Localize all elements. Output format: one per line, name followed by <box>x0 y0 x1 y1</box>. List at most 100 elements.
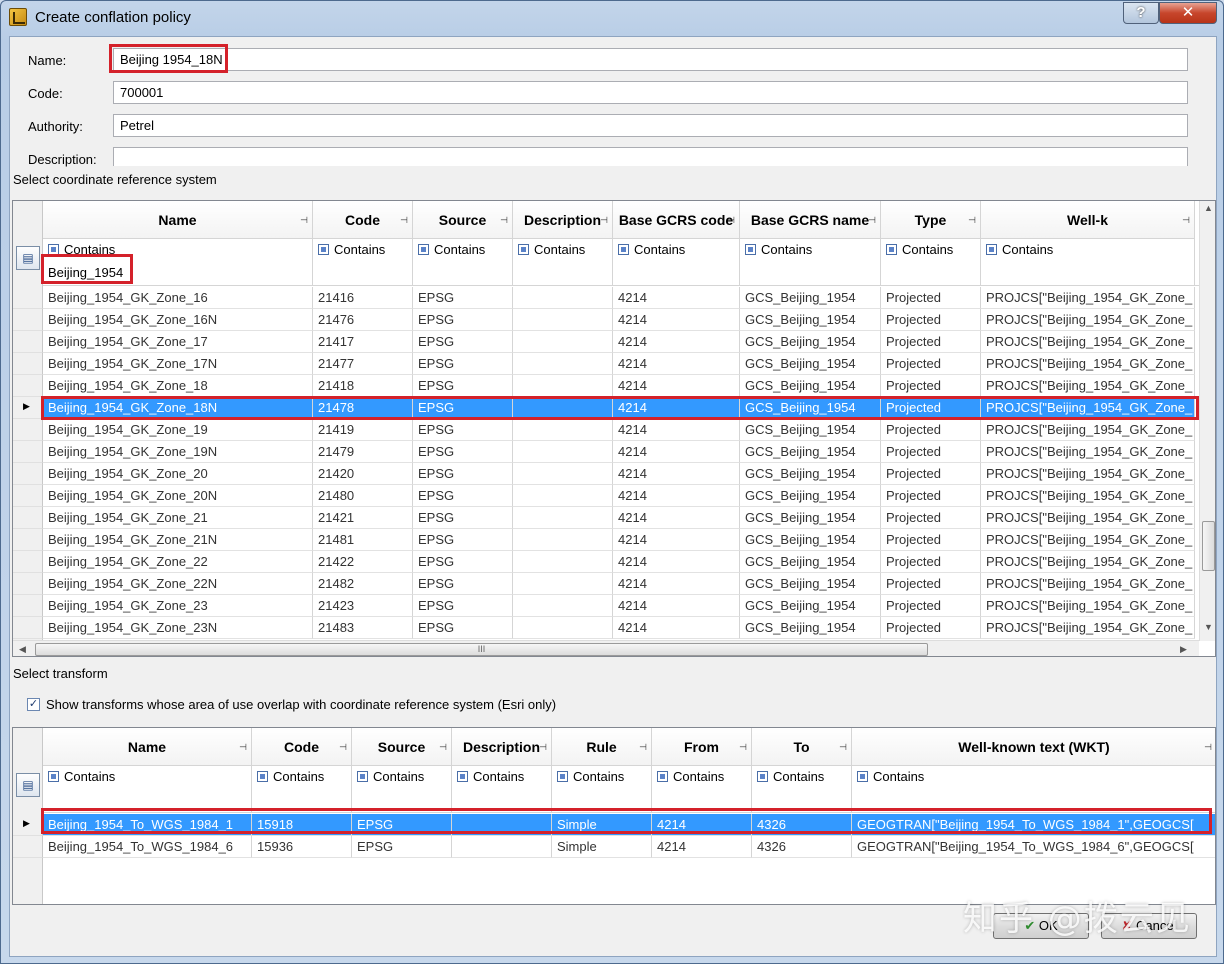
tr-table-row[interactable]: Beijing_1954_To_WGS_1984_6 15936 EPSG Simpl… <box>13 836 1215 858</box>
crs-filter-value-input[interactable] <box>881 261 981 286</box>
scroll-up-arrow-icon[interactable]: ▲ <box>1204 203 1213 213</box>
crs-column-header[interactable]: Name ⊣ <box>43 201 313 239</box>
pin-icon[interactable]: ⊣ <box>300 201 308 238</box>
tr-filter-operator[interactable]: Contains <box>452 766 552 788</box>
crs-vertical-scrollbar[interactable]: ▲ ▼ <box>1199 201 1215 641</box>
name-field[interactable]: Beijing 1954_18N <box>113 48 1188 71</box>
description-field[interactable] <box>113 147 1188 166</box>
crs-table-row[interactable]: Beijing_1954_GK_Zone_16N 21476 EPSG 4214 GCS… <box>13 309 1195 331</box>
crs-row-header[interactable] <box>13 353 43 375</box>
crs-row-header[interactable] <box>13 375 43 397</box>
tr-filter-operator[interactable]: Contains <box>252 766 352 788</box>
crs-row-header[interactable] <box>13 573 43 595</box>
crs-filter-operator[interactable]: Contains <box>981 239 1195 261</box>
crs-row-header[interactable] <box>13 529 43 551</box>
close-button[interactable]: ✕ <box>1159 2 1217 24</box>
crs-filter-value-input[interactable] <box>513 261 613 286</box>
tr-filter-operator[interactable]: Contains <box>43 766 252 788</box>
crs-row-header[interactable] <box>13 551 43 573</box>
crs-table-row[interactable]: Beijing_1954_GK_Zone_22N 21482 EPSG 4214 GCS… <box>13 573 1195 595</box>
crs-table-row[interactable]: Beijing_1954_GK_Zone_19 21419 EPSG 4214 GCS_… <box>13 419 1195 441</box>
crs-filter-toggle-button[interactable]: ▤ <box>16 246 40 270</box>
crs-column-header[interactable]: Base GCRS name ⊣ <box>740 201 881 239</box>
crs-table-row[interactable]: Beijing_1954_GK_Zone_21 21421 EPSG 4214 GCS_… <box>13 507 1195 529</box>
pin-icon[interactable]: ⊣ <box>968 201 976 238</box>
tr-column-header[interactable]: Code ⊣ <box>252 728 352 766</box>
crs-table-row[interactable]: Beijing_1954_GK_Zone_22 21422 EPSG 4214 GCS_… <box>13 551 1195 573</box>
crs-table-row[interactable]: Beijing_1954_GK_Zone_17N 21477 EPSG 4214 GCS… <box>13 353 1195 375</box>
pin-icon[interactable]: ⊣ <box>339 728 347 765</box>
pin-icon[interactable]: ⊣ <box>739 728 747 765</box>
crs-table-row[interactable]: Beijing_1954_GK_Zone_23 21423 EPSG 4214 GCS_… <box>13 595 1195 617</box>
crs-filter-value-input[interactable] <box>313 261 413 286</box>
crs-filter-operator[interactable]: Contains <box>313 239 413 261</box>
crs-row-header[interactable] <box>13 463 43 485</box>
tr-column-header[interactable]: Rule ⊣ <box>552 728 652 766</box>
pin-icon[interactable]: ⊣ <box>500 201 508 238</box>
tr-column-header[interactable]: Name ⊣ <box>43 728 252 766</box>
crs-column-header[interactable]: Type ⊣ <box>881 201 981 239</box>
code-field[interactable]: 700001 <box>113 81 1188 104</box>
crs-row-header[interactable] <box>13 419 43 441</box>
pin-icon[interactable]: ⊣ <box>539 728 547 765</box>
crs-filter-operator[interactable]: Contains <box>881 239 981 261</box>
tr-column-header[interactable]: To ⊣ <box>752 728 852 766</box>
pin-icon[interactable]: ⊣ <box>1182 201 1190 238</box>
tr-column-header[interactable]: Well-known text (WKT) ⊣ <box>852 728 1215 766</box>
tr-filter-operator[interactable]: Contains <box>652 766 752 788</box>
authority-field[interactable]: Petrel <box>113 114 1188 137</box>
pin-icon[interactable]: ⊣ <box>400 201 408 238</box>
tr-row-header[interactable] <box>13 836 43 858</box>
crs-horizontal-scrollbar[interactable]: ◀ III ▶ <box>13 640 1199 656</box>
tr-filter-operator[interactable]: Contains <box>352 766 452 788</box>
crs-filter-value-input[interactable] <box>613 261 740 286</box>
crs-column-header[interactable]: Well-k ⊣ <box>981 201 1195 239</box>
scroll-down-arrow-icon[interactable]: ▼ <box>1204 622 1213 632</box>
crs-table-row[interactable]: Beijing_1954_GK_Zone_21N 21481 EPSG 4214 GCS… <box>13 529 1195 551</box>
crs-filter-operator[interactable]: Contains <box>513 239 613 261</box>
title-bar[interactable]: Create conflation policy ? ✕ <box>1 1 1223 35</box>
crs-horizontal-scroll-thumb[interactable]: III <box>35 643 928 656</box>
crs-table-row[interactable]: Beijing_1954_GK_Zone_20N 21480 EPSG 4214 GCS… <box>13 485 1195 507</box>
crs-row-header[interactable] <box>13 485 43 507</box>
pin-icon[interactable]: ⊣ <box>639 728 647 765</box>
tr-filter-operator[interactable]: Contains <box>552 766 652 788</box>
crs-table-row[interactable]: Beijing_1954_GK_Zone_16 21416 EPSG 4214 GCS_… <box>13 287 1195 309</box>
crs-column-header[interactable]: Source ⊣ <box>413 201 513 239</box>
crs-table-row[interactable]: Beijing_1954_GK_Zone_18 21418 EPSG 4214 GCS_… <box>13 375 1195 397</box>
pin-icon[interactable]: ⊣ <box>439 728 447 765</box>
pin-icon[interactable]: ⊣ <box>239 728 247 765</box>
crs-row-header[interactable] <box>13 331 43 353</box>
crs-vertical-scroll-thumb[interactable] <box>1202 521 1215 571</box>
tr-column-header[interactable]: Description ⊣ <box>452 728 552 766</box>
crs-row-header[interactable] <box>13 287 43 309</box>
crs-grid[interactable]: ▤ Name ⊣ Code ⊣ Source ⊣ Description ⊣ Base GCRS… <box>12 200 1216 657</box>
tr-column-header[interactable]: From ⊣ <box>652 728 752 766</box>
crs-table-row[interactable]: Beijing_1954_GK_Zone_23N 21483 EPSG 4214 GCS… <box>13 617 1195 639</box>
pin-icon[interactable]: ⊣ <box>1204 728 1212 765</box>
crs-column-header[interactable]: Description ⊣ <box>513 201 613 239</box>
crs-table-row[interactable]: Beijing_1954_GK_Zone_20 21420 EPSG 4214 GCS_… <box>13 463 1195 485</box>
crs-filter-value-input[interactable] <box>981 261 1195 286</box>
pin-icon[interactable]: ⊣ <box>868 201 876 238</box>
tr-column-header[interactable]: Source ⊣ <box>352 728 452 766</box>
crs-row-header[interactable] <box>13 309 43 331</box>
overlap-checkbox[interactable]: ✓ <box>27 698 40 711</box>
crs-filter-value-input[interactable] <box>413 261 513 286</box>
crs-filter-operator[interactable]: Contains <box>613 239 740 261</box>
crs-column-header[interactable]: Base GCRS code ⊣ <box>613 201 740 239</box>
pin-icon[interactable]: ⊣ <box>727 201 735 238</box>
crs-filter-operator[interactable]: Contains <box>413 239 513 261</box>
crs-column-header[interactable]: Code ⊣ <box>313 201 413 239</box>
transform-filter-toggle-button[interactable]: ▤ <box>16 773 40 797</box>
crs-table-row[interactable]: Beijing_1954_GK_Zone_19N 21479 EPSG 4214 GCS… <box>13 441 1195 463</box>
crs-filter-operator[interactable]: Contains <box>740 239 881 261</box>
tr-filter-operator[interactable]: Contains <box>752 766 852 788</box>
crs-table-row[interactable]: Beijing_1954_GK_Zone_17 21417 EPSG 4214 GCS_… <box>13 331 1195 353</box>
crs-row-header[interactable] <box>13 397 43 419</box>
pin-icon[interactable]: ⊣ <box>839 728 847 765</box>
crs-row-header[interactable] <box>13 595 43 617</box>
tr-filter-operator[interactable]: Contains <box>852 766 1215 788</box>
help-button[interactable]: ? <box>1123 2 1159 24</box>
crs-row-header[interactable] <box>13 617 43 639</box>
